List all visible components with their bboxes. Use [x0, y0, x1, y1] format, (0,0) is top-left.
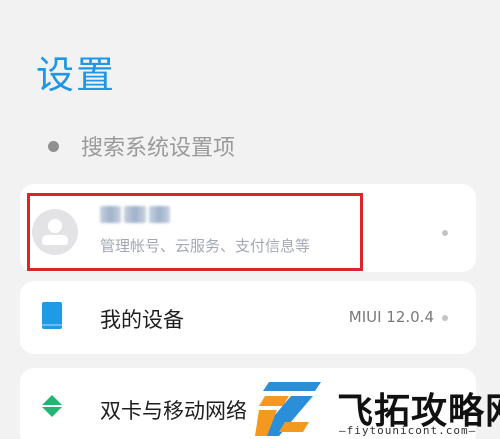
my-device-row[interactable]: 我的设备 MIUI 12.0.4 [20, 281, 476, 354]
sim-network-label: 双卡与移动网络 [100, 399, 247, 423]
watermark-url: —fiytounicont.com— [339, 424, 477, 437]
my-device-label: 我的设备 [100, 308, 184, 332]
sim-network-icon [41, 395, 63, 417]
dot-icon [442, 315, 448, 321]
device-icon [42, 302, 62, 329]
highlight-box [27, 193, 363, 271]
device-version: MIUI 12.0.4 [348, 308, 434, 326]
search-row[interactable]: 搜索系统设置项 [48, 128, 235, 164]
page-title: 设置 [36, 53, 117, 97]
watermark-logo-icon [255, 382, 321, 436]
watermark: 飞拓攻略网 —fiytounicont.com— [255, 378, 500, 439]
dot-icon [442, 230, 448, 236]
search-placeholder: 搜索系统设置项 [81, 136, 236, 161]
search-icon [48, 140, 59, 152]
